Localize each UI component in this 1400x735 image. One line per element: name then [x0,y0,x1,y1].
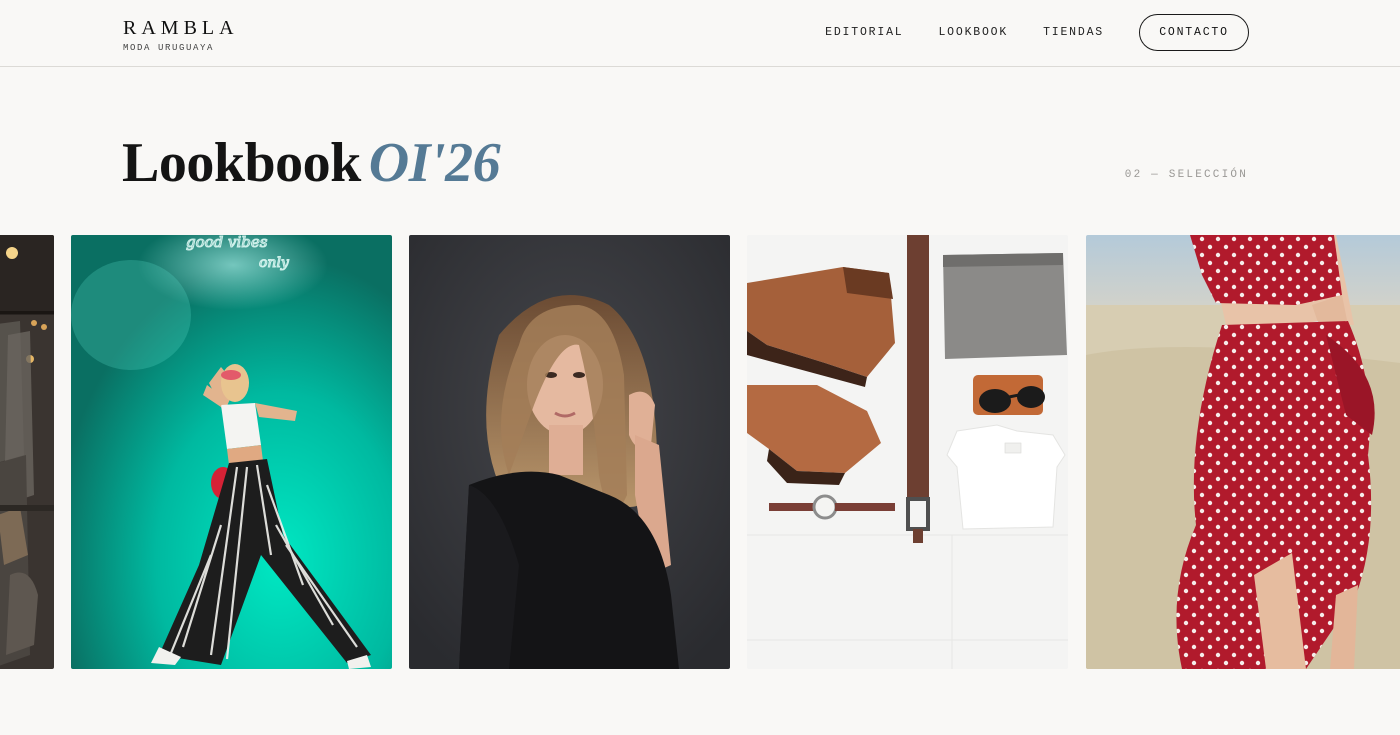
gallery-card-rack[interactable] [0,235,54,669]
page-title-main: Lookbook [122,132,361,194]
site-header: RAMBLA MODA URUGUAYA EDITORIAL LOOKBOOK … [0,0,1400,67]
lookbook-gallery[interactable]: good vibes only [0,235,1400,669]
neon-sign-line-2: only [259,255,290,271]
nav-link-editorial[interactable]: EDITORIAL [825,26,903,39]
clothing-rack-image [0,235,54,669]
page-title: Lookbook OI'26 [122,128,501,198]
studio-portrait-image [409,235,730,669]
section-label: 02 — SELECCIÓN [1124,169,1248,181]
gallery-card-neon[interactable]: good vibes only [71,235,392,669]
accessories-flatlay-image [747,235,1068,669]
brand-tagline: MODA URUGUAYA [123,43,215,53]
neon-sign-line-1: good vibes [186,235,268,251]
nav-link-tiendas[interactable]: TIENDAS [1043,26,1104,39]
page-title-season: OI'26 [368,132,501,194]
brand-name: RAMBLA [123,17,239,39]
polka-dot-dress-image [1086,235,1400,669]
neon-wall-look-image: good vibes only [71,235,392,669]
main-nav: EDITORIAL LOOKBOOK TIENDAS CONTACTO [825,14,1249,51]
gallery-card-dress[interactable] [1086,235,1400,669]
gallery-card-portrait[interactable] [409,235,730,669]
brand-logo[interactable]: RAMBLA MODA URUGUAYA [123,18,239,53]
contact-button[interactable]: CONTACTO [1139,14,1249,51]
nav-link-lookbook[interactable]: LOOKBOOK [938,26,1008,39]
gallery-card-flatlay[interactable] [747,235,1068,669]
